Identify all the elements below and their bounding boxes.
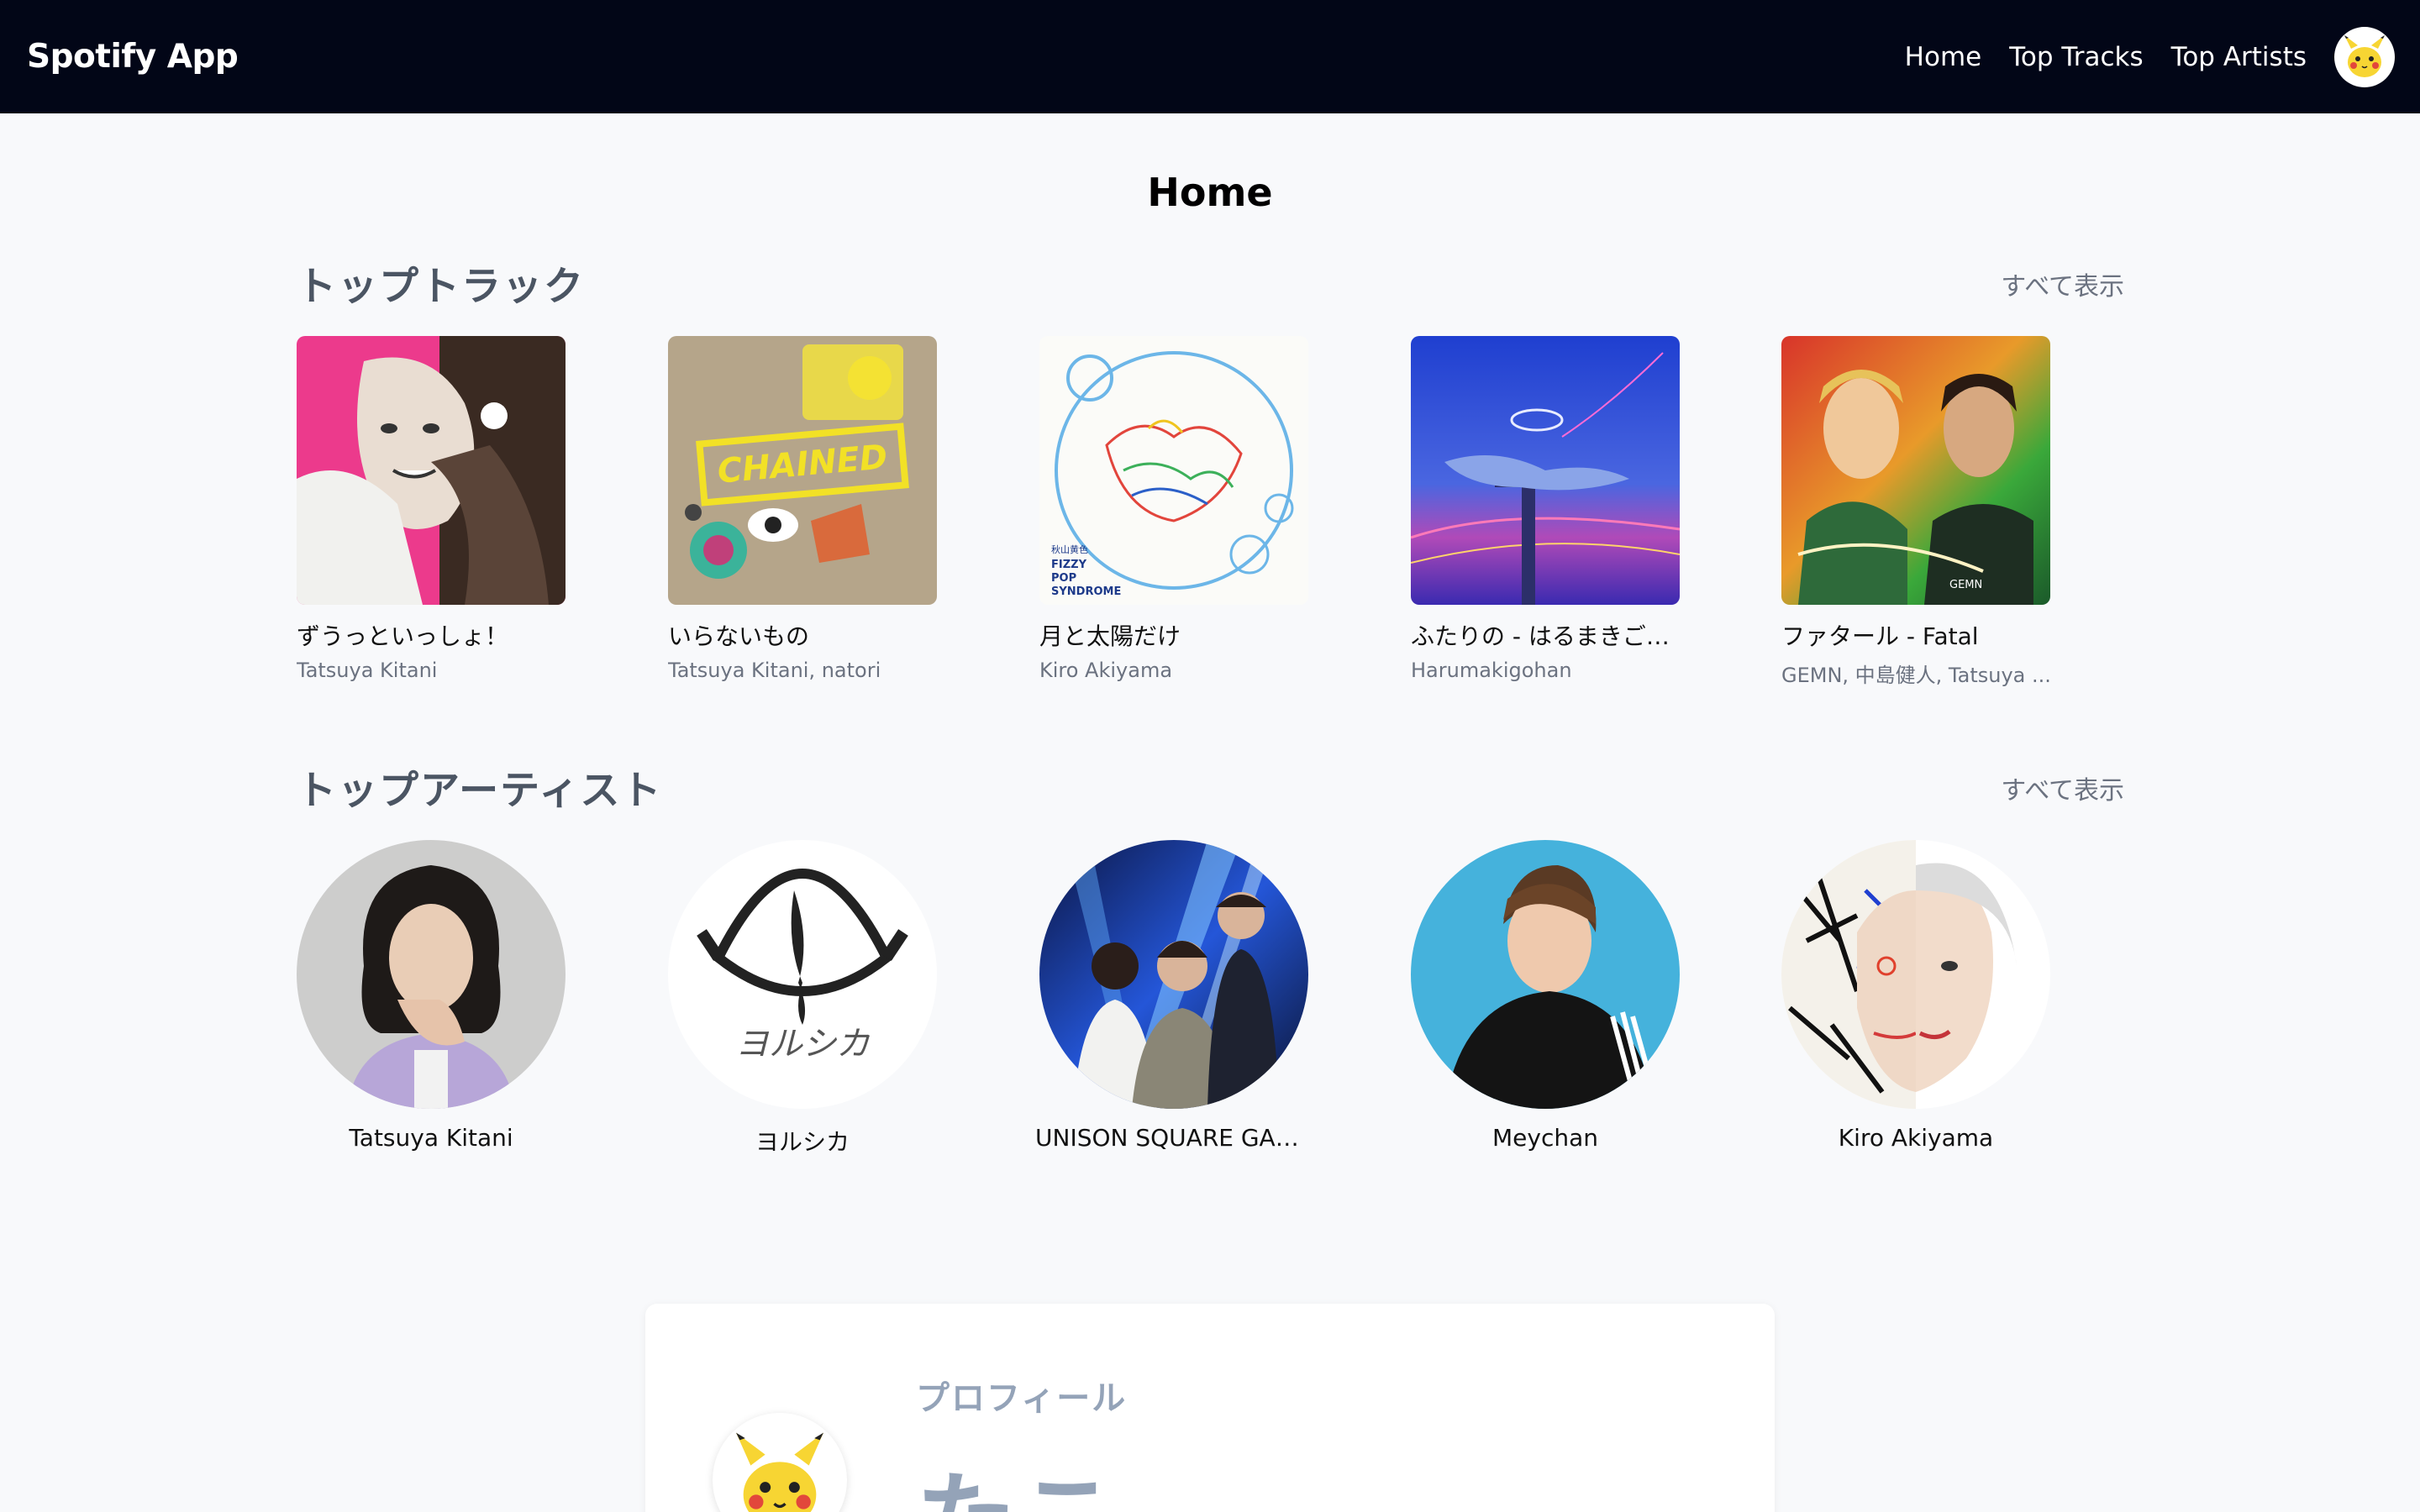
artist-card[interactable]: Meychan (1411, 840, 1680, 1152)
top-artists-heading: トップアーティスト (297, 768, 663, 814)
svg-text:SYNDROME: SYNDROME (1051, 585, 1121, 598)
artist-photo (297, 840, 566, 1109)
nav-link-top-artists[interactable]: Top Artists (2171, 42, 2307, 72)
artist-name: Tatsuya Kitani (349, 1124, 513, 1152)
profile-avatar (713, 1413, 847, 1512)
gemn-cover-text: GEMN (1949, 579, 1982, 591)
nav-link-top-tracks[interactable]: Top Tracks (2009, 42, 2143, 72)
nav-link-home[interactable]: Home (1905, 42, 1982, 72)
track-artist: Tatsuya Kitani, natori (668, 659, 881, 682)
track-cover-art (297, 336, 566, 605)
track-artist: Kiro Akiyama (1039, 659, 1173, 682)
track-name: ファタール - Fatal (1781, 622, 1979, 650)
track-card[interactable]: ふたりの - はるまきご… Harumakigohan (1411, 336, 1680, 682)
artist-photo: ヨルシカ (668, 840, 937, 1109)
artist-card[interactable]: Tatsuya Kitani (297, 840, 566, 1152)
profile-label: プロフィール (916, 1379, 1128, 1418)
track-name: 月と太陽だけ (1039, 622, 1181, 650)
app-brand[interactable]: Spotify App (27, 38, 239, 76)
pikachu-avatar-icon (736, 1432, 823, 1512)
artist-photo (1781, 840, 2050, 1109)
yorushika-logo-text: ヨルシカ (735, 1025, 870, 1063)
track-artist: Tatsuya Kitani (297, 659, 438, 682)
track-cover-art: 秋山黄色 FIZZY POP SYNDROME (1039, 336, 1308, 605)
artist-name: Kiro Akiyama (1838, 1124, 1994, 1152)
artist-photo (1411, 840, 1680, 1109)
track-cover-art: CHAINED (668, 336, 937, 605)
artist-photo (1039, 840, 1308, 1109)
svg-text:FIZZY: FIZZY (1051, 559, 1087, 571)
artist-name: ヨルシカ (755, 1128, 850, 1156)
track-name: ずうっといっしょ！ (297, 622, 509, 650)
pikachu-avatar-icon (2344, 34, 2385, 77)
page-title: Home (1147, 170, 1273, 215)
track-card[interactable]: 秋山黄色 FIZZY POP SYNDROME 月と太陽だけ Kiro Akiy… (1039, 336, 1308, 682)
top-tracks-heading: トップトラック (297, 264, 585, 310)
artist-name: Meychan (1492, 1124, 1598, 1152)
svg-text:POP: POP (1051, 572, 1076, 585)
artist-card[interactable]: Kiro Akiyama (1781, 840, 2050, 1152)
track-name: いらないもの (668, 622, 810, 650)
profile-card: プロフィール たこ (645, 1304, 1775, 1512)
track-artist: Harumakigohan (1411, 659, 1572, 682)
artist-card[interactable]: UNISON SQUARE GAR... (1035, 840, 1313, 1152)
profile-name: たこ (916, 1438, 1118, 1512)
track-cover-art (1411, 336, 1680, 605)
track-card[interactable]: CHAINED いらないもの Tatsuya Kitani, natori (668, 336, 937, 682)
artist-card[interactable]: ヨルシカ ヨルシカ (668, 840, 937, 1158)
top-tracks-row: ずうっといっしょ！ Tatsuya Kitani CHAINED いらないもの … (297, 336, 2145, 687)
track-card[interactable]: ずうっといっしょ！ Tatsuya Kitani (297, 336, 566, 682)
nav-links: Home Top Tracks Top Artists (1877, 26, 2395, 87)
artist-name: UNISON SQUARE GAR... (1035, 1124, 1313, 1152)
track-name: ふたりの - はるまきご… (1411, 622, 1670, 650)
fizzy-cover-text: 秋山黄色 (1051, 543, 1088, 555)
top-tracks-see-all-link[interactable]: すべて表示 (2001, 265, 2124, 302)
user-avatar-button[interactable] (2334, 26, 2395, 87)
track-cover-art: GEMN (1781, 336, 2050, 605)
track-card[interactable]: GEMN ファタール - Fatal GEMN, 中島健人, Tatsuya .… (1781, 336, 2051, 688)
top-artists-row: Tatsuya Kitani ヨルシカ ヨルシカ UNISON SQUARE G… (297, 840, 2145, 1156)
track-artist: GEMN, 中島健人, Tatsuya ... (1781, 664, 2051, 687)
top-artists-see-all-link[interactable]: すべて表示 (2001, 769, 2124, 806)
top-navbar: Spotify App Home Top Tracks Top Artists (0, 0, 2420, 113)
